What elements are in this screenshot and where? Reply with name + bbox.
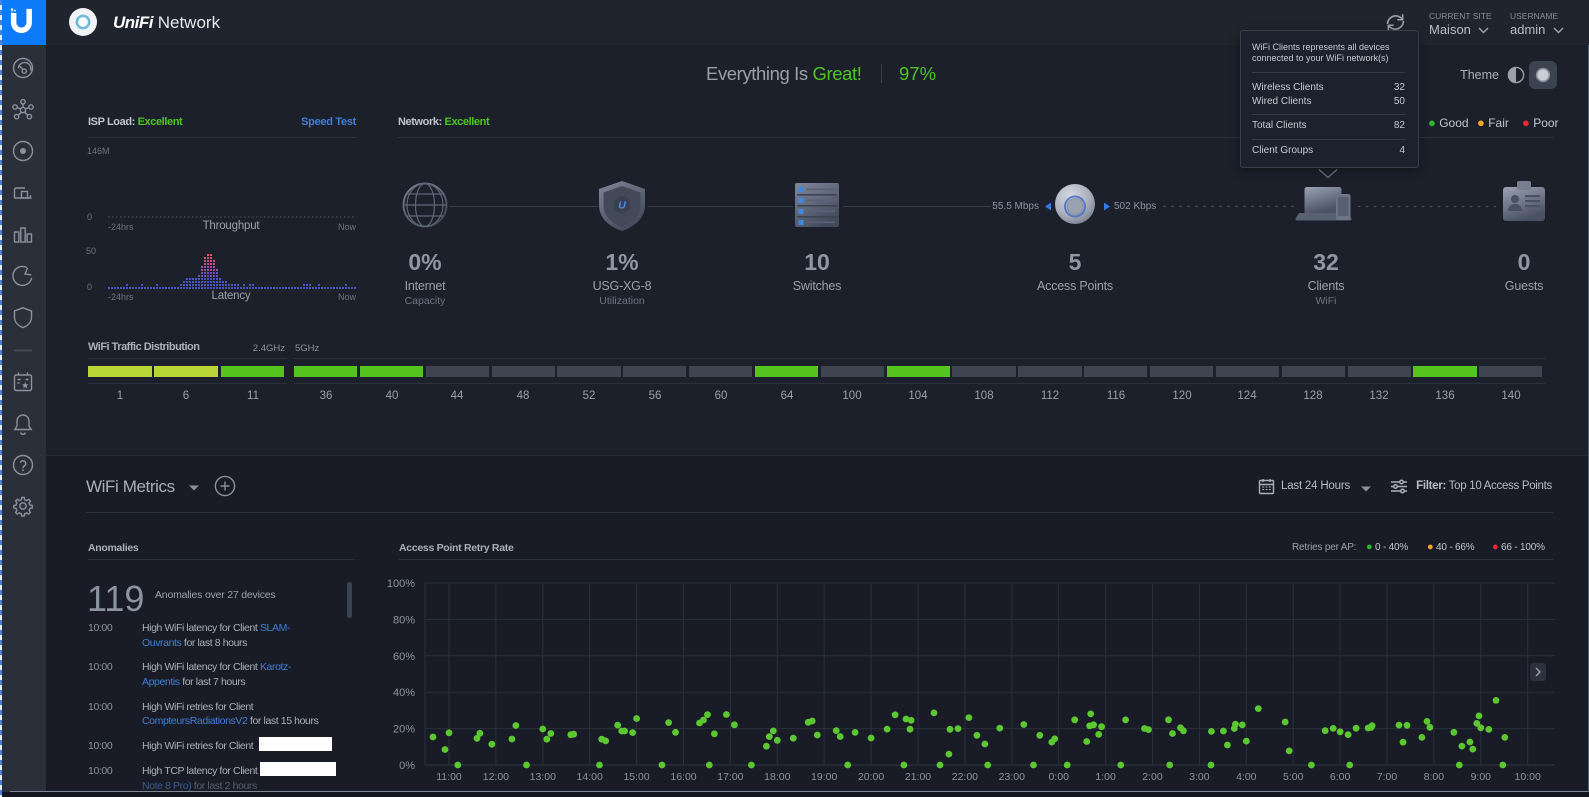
svg-text:12:00: 12:00 [483, 771, 509, 783]
svg-text:U: U [618, 200, 626, 212]
svg-text:23:00: 23:00 [999, 771, 1025, 783]
svg-text:19:00: 19:00 [811, 771, 837, 783]
svg-text:20%: 20% [393, 724, 415, 736]
svg-text:4:00: 4:00 [1236, 771, 1257, 783]
svg-text:80%: 80% [393, 614, 415, 626]
svg-text:7:00: 7:00 [1377, 771, 1398, 783]
svg-text:17:00: 17:00 [717, 771, 743, 783]
svg-text:0%: 0% [399, 760, 415, 772]
svg-text:10:00: 10:00 [1515, 771, 1541, 783]
svg-text:14:00: 14:00 [577, 771, 603, 783]
svg-text:22:00: 22:00 [952, 771, 978, 783]
svg-text:8:00: 8:00 [1424, 771, 1445, 783]
svg-text:100%: 100% [387, 578, 415, 590]
svg-text:21:00: 21:00 [905, 771, 931, 783]
svg-text:5:00: 5:00 [1283, 771, 1304, 783]
svg-text:60%: 60% [393, 651, 415, 663]
svg-text:40%: 40% [393, 687, 415, 699]
svg-text:20:00: 20:00 [858, 771, 884, 783]
svg-text:11:00: 11:00 [436, 771, 462, 783]
svg-text:3:00: 3:00 [1189, 771, 1210, 783]
svg-text:9:00: 9:00 [1471, 771, 1492, 783]
svg-text:13:00: 13:00 [530, 771, 556, 783]
svg-text:0:00: 0:00 [1048, 771, 1069, 783]
svg-text:18:00: 18:00 [764, 771, 790, 783]
svg-text:1:00: 1:00 [1095, 771, 1116, 783]
svg-text:15:00: 15:00 [623, 771, 649, 783]
svg-text:6:00: 6:00 [1330, 771, 1351, 783]
svg-text:16:00: 16:00 [670, 771, 696, 783]
svg-text:2:00: 2:00 [1142, 771, 1163, 783]
